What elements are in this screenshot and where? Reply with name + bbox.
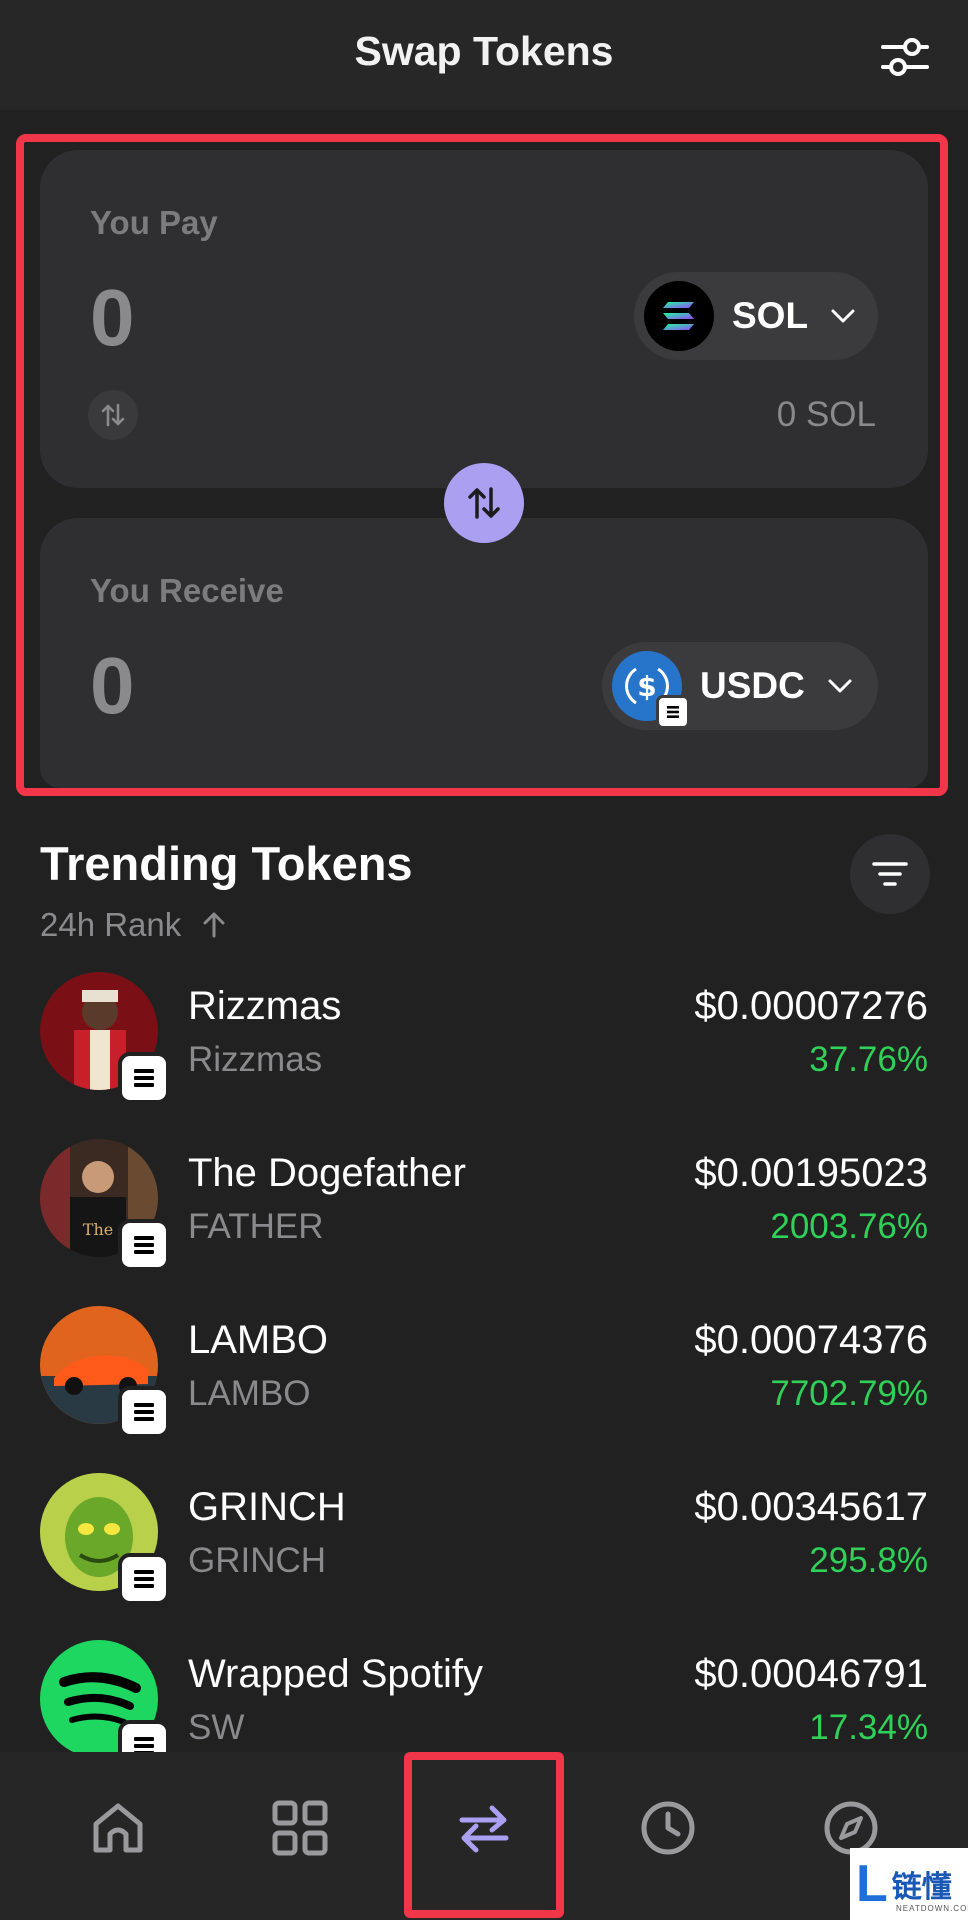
nav-collectibles[interactable] [264, 1792, 336, 1864]
token-change: 2003.76% [770, 1207, 928, 1246]
sliders-icon [881, 38, 929, 76]
highlight-box [404, 1752, 564, 1918]
nav-activity[interactable] [632, 1792, 704, 1864]
token-change: 17.34% [809, 1708, 928, 1747]
solana-chain-badge [118, 1386, 170, 1438]
watermark-text: 链懂 [891, 1871, 952, 1904]
token-change: 37.76% [809, 1040, 928, 1079]
token-change: 7702.79% [770, 1374, 928, 1413]
token-name: LAMBO [188, 1318, 329, 1362]
token-symbol: LAMBO [188, 1374, 311, 1413]
token-price: $0.00046791 [694, 1652, 928, 1696]
filter-icon [872, 862, 908, 886]
token-row[interactable]: LAMBO LAMBO $0.00074376 7702.79% [0, 1306, 968, 1474]
token-price: $0.00345617 [694, 1485, 928, 1529]
token-symbol: Rizzmas [188, 1040, 323, 1079]
token-name: GRINCH [188, 1485, 346, 1529]
grid-icon [272, 1800, 328, 1856]
watermark-logo: L [856, 1855, 888, 1913]
token-row[interactable]: The The Dogefather FATHER $0.00195023 20… [0, 1139, 968, 1307]
highlight-box [16, 134, 948, 796]
token-row[interactable]: Rizzmas Rizzmas $0.00007276 37.76% [0, 972, 968, 1140]
token-price: $0.00074376 [694, 1318, 928, 1362]
token-symbol: GRINCH [188, 1541, 327, 1580]
svg-text:The: The [83, 1220, 113, 1239]
token-row[interactable]: GRINCH GRINCH $0.00345617 295.8% [0, 1473, 968, 1641]
arrow-up-icon [203, 912, 225, 938]
home-icon [93, 1803, 143, 1853]
history-icon [641, 1801, 695, 1855]
solana-chain-badge [118, 1052, 170, 1104]
section-title: Trending Tokens [40, 837, 413, 890]
watermark-sub: NEATDOWN.COM [896, 1904, 968, 1913]
token-price: $0.00007276 [694, 984, 928, 1028]
nav-home[interactable] [82, 1792, 154, 1864]
token-name: The Dogefather [188, 1151, 466, 1195]
token-symbol: FATHER [188, 1207, 324, 1246]
page-title: Swap Tokens [354, 28, 614, 74]
solana-chain-badge [118, 1553, 170, 1605]
token-price: $0.00195023 [694, 1151, 928, 1195]
token-symbol: SW [188, 1708, 245, 1747]
token-name: Rizzmas [188, 984, 342, 1028]
solana-chain-badge [118, 1219, 170, 1271]
rank-label: 24h Rank [40, 906, 182, 943]
filter-button[interactable] [850, 834, 930, 914]
watermark: L 链懂 NEATDOWN.COM [850, 1848, 968, 1920]
rank-sort-toggle[interactable]: 24h Rank [40, 906, 229, 944]
token-name: Wrapped Spotify [188, 1652, 483, 1696]
settings-button[interactable] [880, 32, 930, 82]
token-change: 295.8% [809, 1541, 928, 1580]
